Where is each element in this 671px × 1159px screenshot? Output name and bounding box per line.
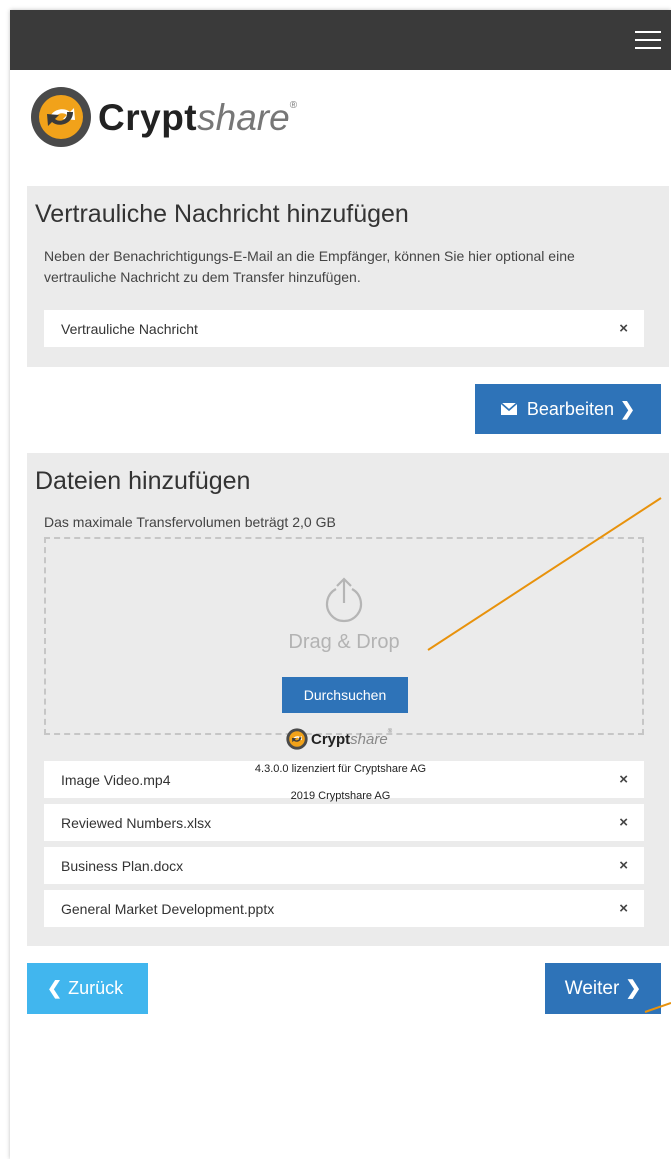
remove-file-icon[interactable]: × bbox=[619, 900, 628, 917]
confidential-message-description: Neben der Benachrichtigungs-E-Mail an di… bbox=[44, 248, 575, 285]
file-row[interactable]: General Market Development.pptx × bbox=[44, 890, 644, 927]
browse-button[interactable]: Durchsuchen bbox=[282, 677, 408, 713]
hamburger-menu-icon[interactable] bbox=[635, 31, 661, 49]
upload-icon bbox=[325, 577, 363, 623]
footer-copyright: 2019 Cryptshare AG bbox=[290, 790, 391, 802]
drag-drop-text: Drag & Drop bbox=[288, 631, 400, 653]
logo-registered-mark: ® bbox=[289, 99, 298, 111]
file-name: Reviewed Numbers.xlsx bbox=[61, 814, 212, 831]
footer-logo-text-light: share bbox=[350, 730, 388, 748]
edit-button-label: Bearbeiten bbox=[526, 398, 614, 419]
cryptshare-logo-icon bbox=[31, 87, 91, 147]
footer-license: 4.3.0.0 lizenziert für Cryptshare AG bbox=[254, 763, 427, 775]
confidential-message-label: Vertrauliche Nachricht bbox=[61, 320, 198, 337]
chevron-right-icon: ❯ bbox=[619, 398, 636, 419]
edit-message-button[interactable]: Bearbeiten ❯ bbox=[475, 384, 661, 434]
file-dropzone[interactable]: Drag & Drop Durchsuchen bbox=[44, 537, 644, 735]
remove-file-icon[interactable]: × bbox=[619, 857, 628, 874]
confidential-message-panel: Vertrauliche Nachricht hinzufügen Neben … bbox=[27, 186, 669, 367]
logo-text-bold: Crypt bbox=[98, 96, 198, 138]
cryptshare-logo: Crypt share ® bbox=[30, 86, 297, 148]
logo-wordmark: Crypt share ® bbox=[98, 99, 297, 136]
footer-logo: Crypt share ® bbox=[286, 728, 392, 750]
footer-logo-text-bold: Crypt bbox=[311, 730, 351, 748]
footer-registered-mark: ® bbox=[387, 729, 393, 735]
remove-message-icon[interactable]: × bbox=[619, 320, 628, 337]
chevron-right-icon: ❯ bbox=[625, 978, 642, 999]
confidential-message-title: Vertrauliche Nachricht hinzufügen bbox=[35, 200, 409, 228]
chevron-left-icon: ❮ bbox=[47, 978, 63, 998]
file-row[interactable]: Business Plan.docx × bbox=[44, 847, 644, 884]
next-button-label: Weiter bbox=[564, 977, 620, 999]
app-frame: Crypt share ® Vertrauliche Nachricht hinzu… bbox=[10, 10, 671, 1159]
add-files-title: Dateien hinzufügen bbox=[35, 467, 251, 495]
footer-logo-icon bbox=[286, 728, 308, 750]
top-bar bbox=[10, 10, 671, 70]
add-files-panel: Dateien hinzufügen Das maximale Transfer… bbox=[27, 453, 669, 946]
back-button[interactable]: ❮ Zurück bbox=[27, 963, 148, 1014]
back-button-label: Zurück bbox=[68, 978, 124, 998]
envelope-icon bbox=[500, 403, 517, 415]
confidential-message-item[interactable]: Vertrauliche Nachricht × bbox=[44, 310, 644, 347]
remove-file-icon[interactable]: × bbox=[619, 814, 628, 831]
transfer-limit-text: Das maximale Transfervolumen beträgt 2,0… bbox=[44, 514, 336, 530]
file-row[interactable]: Reviewed Numbers.xlsx × bbox=[44, 804, 644, 841]
file-name: Business Plan.docx bbox=[61, 857, 184, 874]
page-margin bbox=[0, 0, 10, 1159]
next-button[interactable]: Weiter ❯ bbox=[545, 963, 661, 1014]
logo-text-light: share bbox=[197, 96, 290, 138]
file-name: General Market Development.pptx bbox=[61, 900, 275, 917]
